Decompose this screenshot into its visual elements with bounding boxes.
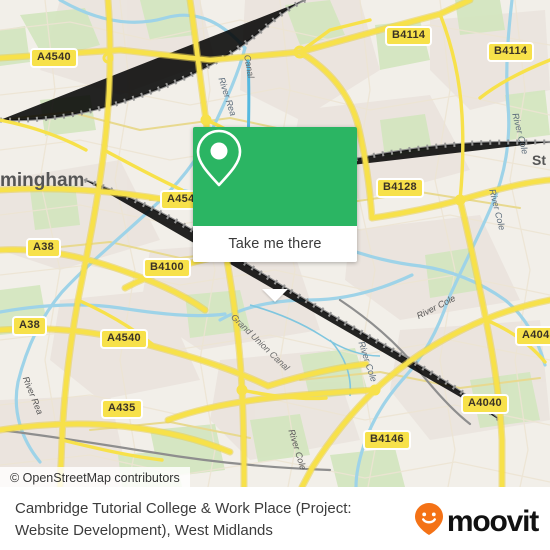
road-shield: B4114 — [385, 26, 433, 46]
osm-attribution[interactable]: © OpenStreetMap contributors — [0, 467, 190, 487]
take-me-there-label: Take me there — [228, 236, 322, 252]
road-shield: A38 — [12, 316, 48, 336]
page-title: Cambridge Tutorial College & Work Place … — [15, 500, 352, 539]
place-label-st: St — [532, 152, 546, 168]
moovit-map-screenshot: .rd { stroke:#f7e14a; stroke-linecap:rou… — [0, 0, 550, 550]
road-shield: A435 — [101, 399, 143, 419]
road-shield: A4540 — [30, 48, 78, 68]
road-shield: B4100 — [143, 258, 191, 278]
road-shield: A4040 — [461, 394, 509, 414]
moovit-logo[interactable]: moovit — [414, 502, 539, 541]
place-label-birmingham: mingham — [0, 170, 85, 191]
road-shield: B4146 — [363, 430, 411, 450]
card-icon-area — [193, 127, 357, 226]
location-callout-card[interactable]: Take me there — [193, 127, 357, 302]
footer-bar: Cambridge Tutorial College & Work Place … — [0, 487, 550, 550]
moovit-wordmark: moovit — [446, 504, 539, 538]
road-shield: B4128 — [376, 178, 424, 198]
road-shield: A38 — [26, 238, 62, 258]
road-shield: A4540 — [100, 329, 148, 349]
card-action-area[interactable]: Take me there — [193, 226, 357, 262]
moovit-smiley-pin-icon — [414, 502, 444, 541]
map-canvas[interactable]: .rd { stroke:#f7e14a; stroke-linecap:rou… — [0, 0, 550, 487]
road-shield: B4114 — [487, 42, 535, 62]
road-shield: A4040 — [515, 326, 550, 346]
card-pointer-tail — [262, 289, 288, 302]
